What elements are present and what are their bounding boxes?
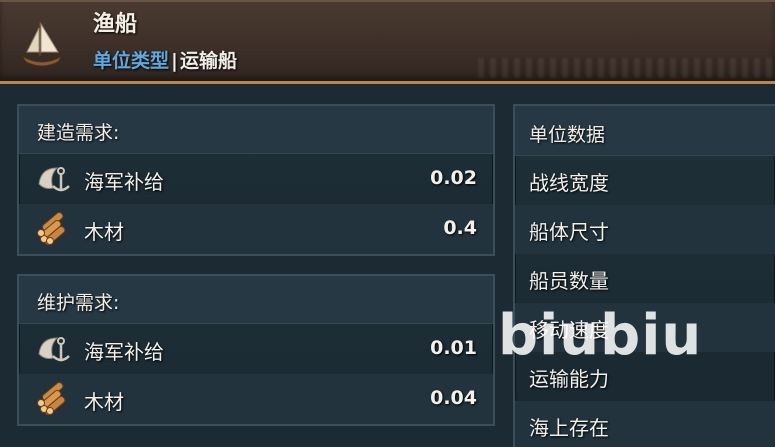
build-naval-supply-value: 0.02 bbox=[430, 167, 477, 189]
stat-label: 战线宽度 bbox=[529, 171, 609, 195]
build-timber-label: 木材 bbox=[84, 220, 124, 244]
unit-type-value: 运输船 bbox=[179, 50, 237, 72]
stat-label: 船员数量 bbox=[529, 269, 609, 293]
unit-type-key[interactable]: 单位类型 bbox=[93, 50, 169, 72]
unit-type-separator: | bbox=[171, 50, 178, 72]
timber-icon bbox=[37, 382, 66, 416]
upkeep-requirements-title: 维护需求: bbox=[37, 292, 120, 314]
unit-stats-panel: 单位数据 战线宽度 船体尺寸 船员数量 移动速度 运输能力 海上存在 bbox=[513, 104, 775, 447]
build-row-timber[interactable]: 木材 0.4 bbox=[19, 204, 493, 254]
stat-row-crew[interactable]: 船员数量 bbox=[515, 254, 775, 303]
watermark: biubiu bbox=[498, 303, 703, 368]
stat-row-naval-presence[interactable]: 海上存在 bbox=[515, 401, 775, 447]
build-requirements-panel: 建造需求: 海军补给 0.02 木材 0.4 bbox=[17, 104, 495, 256]
timber-icon bbox=[37, 212, 66, 246]
upkeep-requirements-panel: 维护需求: 海军补给 0.01 木材 0.04 bbox=[17, 274, 495, 426]
unit-type-line: 单位类型 | 运输船 bbox=[93, 46, 237, 73]
build-naval-supply-label: 海军补给 bbox=[84, 170, 164, 194]
upkeep-row-naval-supply[interactable]: 海军补给 0.01 bbox=[19, 324, 493, 374]
sailboat-icon bbox=[21, 22, 63, 67]
naval-supply-icon bbox=[38, 167, 70, 192]
upkeep-requirements-header: 维护需求: bbox=[19, 276, 493, 324]
build-timber-value: 0.4 bbox=[443, 217, 477, 239]
blurred-area bbox=[478, 58, 775, 78]
upkeep-timber-value: 0.04 bbox=[430, 387, 477, 409]
upkeep-naval-supply-value: 0.01 bbox=[430, 337, 477, 359]
upkeep-row-timber[interactable]: 木材 0.04 bbox=[19, 374, 493, 424]
stat-row-combat-width[interactable]: 战线宽度 bbox=[515, 156, 775, 205]
unit-stats-header: 单位数据 bbox=[515, 106, 775, 156]
stat-row-hull-size[interactable]: 船体尺寸 bbox=[515, 205, 775, 254]
unit-title: 渔船 bbox=[93, 12, 138, 37]
unit-header: 渔船 单位类型 | 运输船 bbox=[0, 0, 775, 84]
stat-label: 船体尺寸 bbox=[529, 220, 609, 244]
build-row-naval-supply[interactable]: 海军补给 0.02 bbox=[19, 154, 493, 204]
header-top-line bbox=[0, 0, 775, 2]
build-requirements-header: 建造需求: bbox=[19, 106, 493, 154]
stat-label: 海上存在 bbox=[529, 416, 609, 440]
unit-stats-title: 单位数据 bbox=[529, 124, 606, 146]
naval-supply-icon bbox=[38, 337, 70, 362]
upkeep-naval-supply-label: 海军补给 bbox=[84, 340, 164, 364]
build-requirements-title: 建造需求: bbox=[37, 122, 120, 144]
upkeep-timber-label: 木材 bbox=[84, 390, 124, 414]
